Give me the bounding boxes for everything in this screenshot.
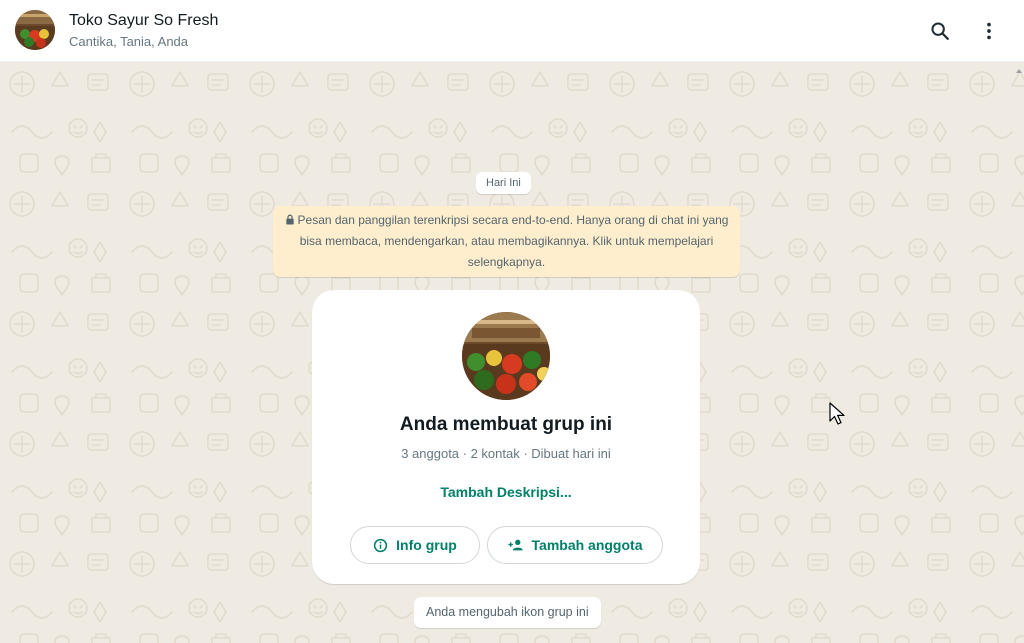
more-vert-icon xyxy=(987,22,991,40)
group-photo[interactable] xyxy=(462,312,550,400)
info-icon xyxy=(374,538,388,552)
add-description-link[interactable]: Tambah Deskripsi... xyxy=(312,484,700,500)
add-member-label: Tambah anggota xyxy=(531,537,643,553)
card-meta: 3 anggota · 2 kontak · Dibuat hari ini xyxy=(401,446,611,461)
chat-header: Toko Sayur So Fresh Cantika, Tania, Anda xyxy=(0,0,1024,62)
add-person-icon xyxy=(507,539,523,551)
group-created-card: Anda membuat grup ini 3 anggota · 2 kont… xyxy=(312,290,700,584)
system-message: Anda mengubah ikon grup ini xyxy=(414,597,601,628)
chat-scrollbar[interactable] xyxy=(1014,62,1024,643)
menu-button[interactable] xyxy=(972,14,1006,48)
group-avatar[interactable] xyxy=(15,10,55,50)
chat-title-block[interactable]: Toko Sayur So Fresh Cantika, Tania, Anda xyxy=(69,11,218,51)
chat-participants: Cantika, Tania, Anda xyxy=(69,34,189,49)
date-chip: Hari Ini xyxy=(476,172,531,194)
encryption-text: Pesan dan panggilan terenkripsi secara e… xyxy=(297,213,729,269)
search-button[interactable] xyxy=(923,14,957,48)
add-member-button[interactable]: Tambah anggota xyxy=(487,526,663,564)
group-info-label: Info grup xyxy=(396,537,457,553)
search-icon xyxy=(931,22,949,40)
mouse-cursor-icon xyxy=(829,402,845,425)
group-info-button[interactable]: Info grup xyxy=(350,526,480,564)
card-title: Anda membuat grup ini xyxy=(399,414,613,435)
encryption-notice[interactable]: Pesan dan panggilan terenkripsi secara e… xyxy=(273,206,740,277)
lock-icon xyxy=(285,214,294,225)
chat-title: Toko Sayur So Fresh xyxy=(69,12,219,29)
